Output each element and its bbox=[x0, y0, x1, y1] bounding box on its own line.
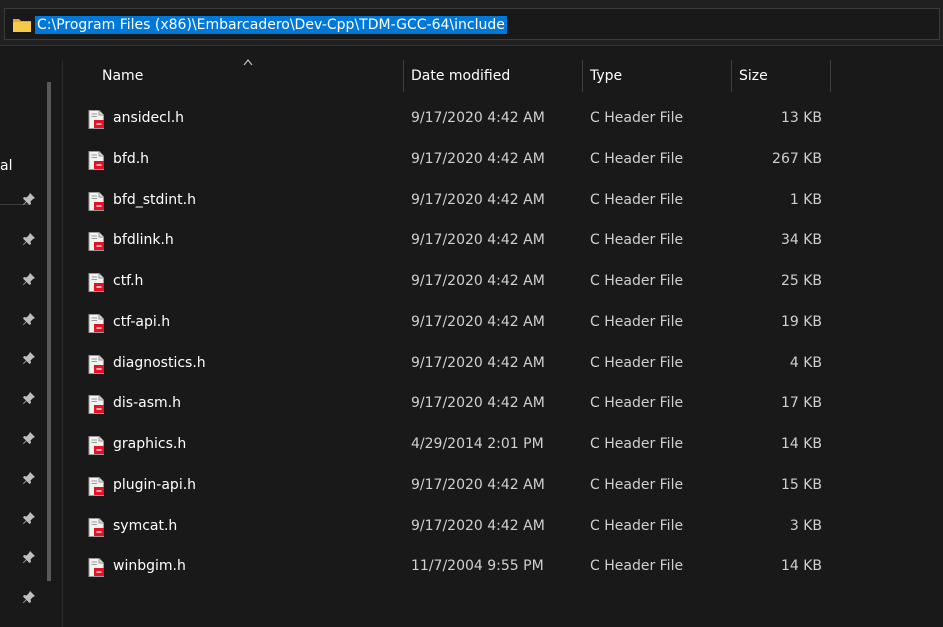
pin-icon[interactable] bbox=[21, 350, 37, 366]
file-type: C Header File bbox=[590, 273, 684, 289]
file-type: C Header File bbox=[590, 191, 684, 208]
file-type: C Header File bbox=[590, 354, 684, 371]
file-row[interactable]: graphics.h 4/29/2014 2:01 PM C Header File… bbox=[63, 424, 833, 464]
file-size: 15 KB bbox=[780, 476, 822, 493]
column-divider[interactable] bbox=[582, 60, 583, 92]
column-divider[interactable] bbox=[731, 60, 732, 92]
file-size: 17 KB bbox=[780, 395, 822, 412]
file-size: 1 KB bbox=[789, 191, 822, 208]
file-name: winbgim.h bbox=[113, 558, 186, 575]
file-row[interactable]: winbgim.h 11/7/2004 9:55 PM C Header File 1… bbox=[63, 546, 833, 586]
file-type: C Header File bbox=[590, 313, 684, 330]
file-name: ctf-api.h bbox=[113, 313, 171, 330]
column-header-size[interactable]: Size bbox=[739, 60, 768, 92]
file-size: 25 KB bbox=[780, 273, 822, 289]
file-date-modified: 9/17/2020 4:42 AM bbox=[411, 110, 545, 126]
file-date-modified: 9/17/2020 4:42 AM bbox=[411, 354, 545, 371]
address-path[interactable]: C:\Program Files (x86)\Embarcadero\Dev-C… bbox=[35, 16, 507, 34]
c-header-file-icon bbox=[88, 273, 104, 292]
pin-icon[interactable] bbox=[21, 430, 37, 446]
file-name: diagnostics.h bbox=[113, 354, 206, 371]
file-size: 14 KB bbox=[780, 436, 822, 452]
file-type: C Header File bbox=[590, 232, 684, 249]
file-size: 4 KB bbox=[789, 354, 822, 371]
file-name: bfd.h bbox=[113, 150, 150, 167]
column-header-name[interactable]: Name bbox=[102, 60, 143, 92]
pin-icon[interactable] bbox=[21, 470, 37, 486]
file-row[interactable]: dis-asm.h 9/17/2020 4:42 AM C Header File 1… bbox=[63, 383, 833, 423]
file-size: 13 KB bbox=[780, 110, 822, 126]
file-size: 14 KB bbox=[780, 558, 822, 575]
file-type: C Header File bbox=[590, 395, 684, 412]
file-row[interactable]: ctf-api.h 9/17/2020 4:42 AM C Header File 1… bbox=[63, 302, 833, 342]
file-date-modified: 9/17/2020 4:42 AM bbox=[411, 395, 545, 412]
folder-icon bbox=[13, 19, 31, 32]
file-size: 19 KB bbox=[780, 313, 822, 330]
file-date-modified: 9/17/2020 4:42 AM bbox=[411, 313, 545, 330]
file-name: ctf.h bbox=[113, 273, 144, 289]
sort-ascending-icon bbox=[243, 59, 253, 66]
pin-icon[interactable] bbox=[21, 231, 37, 247]
file-type: C Header File bbox=[590, 436, 684, 452]
c-header-file-icon bbox=[88, 558, 104, 578]
address-input[interactable]: C:\Program Files (x86)\Embarcadero\Dev-C… bbox=[4, 8, 940, 40]
file-row[interactable]: ctf.h 9/17/2020 4:42 AM C Header File 25 KB bbox=[63, 261, 833, 301]
c-header-file-icon bbox=[88, 191, 104, 211]
pin-icon[interactable] bbox=[21, 390, 37, 406]
file-date-modified: 9/17/2020 4:42 AM bbox=[411, 517, 545, 534]
pin-icon[interactable] bbox=[21, 510, 37, 526]
file-type: C Header File bbox=[590, 517, 684, 534]
file-type: C Header File bbox=[590, 110, 684, 126]
file-name: bfd_stdint.h bbox=[113, 191, 196, 208]
c-header-file-icon bbox=[88, 476, 104, 496]
file-date-modified: 9/17/2020 4:42 AM bbox=[411, 232, 545, 249]
file-row[interactable]: ansidecl.h 9/17/2020 4:42 AM C Header File… bbox=[63, 98, 833, 138]
file-date-modified: 9/17/2020 4:42 AM bbox=[411, 273, 545, 289]
pin-icon[interactable] bbox=[21, 271, 37, 287]
pin-icon[interactable] bbox=[21, 589, 37, 605]
c-header-file-icon bbox=[88, 232, 104, 252]
navigation-pane: al bbox=[0, 46, 50, 627]
c-header-file-icon bbox=[88, 436, 104, 455]
file-type: C Header File bbox=[590, 558, 684, 575]
pin-icon[interactable] bbox=[21, 191, 37, 207]
file-name: dis-asm.h bbox=[113, 395, 181, 412]
file-row[interactable]: bfd.h 9/17/2020 4:42 AM C Header File 267 K… bbox=[63, 139, 833, 179]
column-header-date[interactable]: Date modified bbox=[411, 60, 510, 92]
nav-item-label[interactable]: al bbox=[0, 158, 12, 174]
file-row[interactable]: bfd_stdint.h 9/17/2020 4:42 AM C Header Fi… bbox=[63, 180, 833, 220]
c-header-file-icon bbox=[88, 110, 104, 129]
file-row[interactable]: plugin-api.h 9/17/2020 4:42 AM C Header Fi… bbox=[63, 465, 833, 505]
file-date-modified: 4/29/2014 2:01 PM bbox=[411, 436, 544, 452]
file-name: ansidecl.h bbox=[113, 110, 185, 126]
column-divider[interactable] bbox=[403, 60, 404, 92]
file-row[interactable]: diagnostics.h 9/17/2020 4:42 AM C Header F… bbox=[63, 343, 833, 383]
file-type: C Header File bbox=[590, 476, 684, 493]
file-size: 3 KB bbox=[789, 517, 822, 534]
c-header-file-icon bbox=[88, 517, 104, 537]
c-header-file-icon bbox=[88, 395, 104, 415]
file-size: 34 KB bbox=[780, 232, 822, 249]
file-name: graphics.h bbox=[113, 436, 187, 452]
nav-scrollbar-thumb[interactable] bbox=[47, 82, 51, 581]
column-header-type[interactable]: Type bbox=[590, 60, 622, 92]
file-date-modified: 11/7/2004 9:55 PM bbox=[411, 558, 544, 575]
file-name: symcat.h bbox=[113, 517, 178, 534]
column-divider[interactable] bbox=[830, 60, 831, 92]
file-row[interactable]: bfdlink.h 9/17/2020 4:42 AM C Header File 3… bbox=[63, 220, 833, 260]
pin-icon[interactable] bbox=[21, 549, 37, 565]
c-header-file-icon bbox=[88, 354, 104, 374]
file-date-modified: 9/17/2020 4:42 AM bbox=[411, 150, 545, 167]
file-size: 267 KB bbox=[772, 150, 822, 167]
c-header-file-icon bbox=[88, 313, 104, 333]
address-bar: C:\Program Files (x86)\Embarcadero\Dev-C… bbox=[0, 0, 943, 46]
pin-icon[interactable] bbox=[21, 311, 37, 327]
file-date-modified: 9/17/2020 4:42 AM bbox=[411, 191, 545, 208]
file-row[interactable]: symcat.h 9/17/2020 4:42 AM C Header File 3 … bbox=[63, 506, 833, 546]
file-type: C Header File bbox=[590, 150, 684, 167]
file-name: plugin-api.h bbox=[113, 476, 197, 493]
file-date-modified: 9/17/2020 4:42 AM bbox=[411, 476, 545, 493]
c-header-file-icon bbox=[88, 150, 104, 170]
file-name: bfdlink.h bbox=[113, 232, 174, 249]
